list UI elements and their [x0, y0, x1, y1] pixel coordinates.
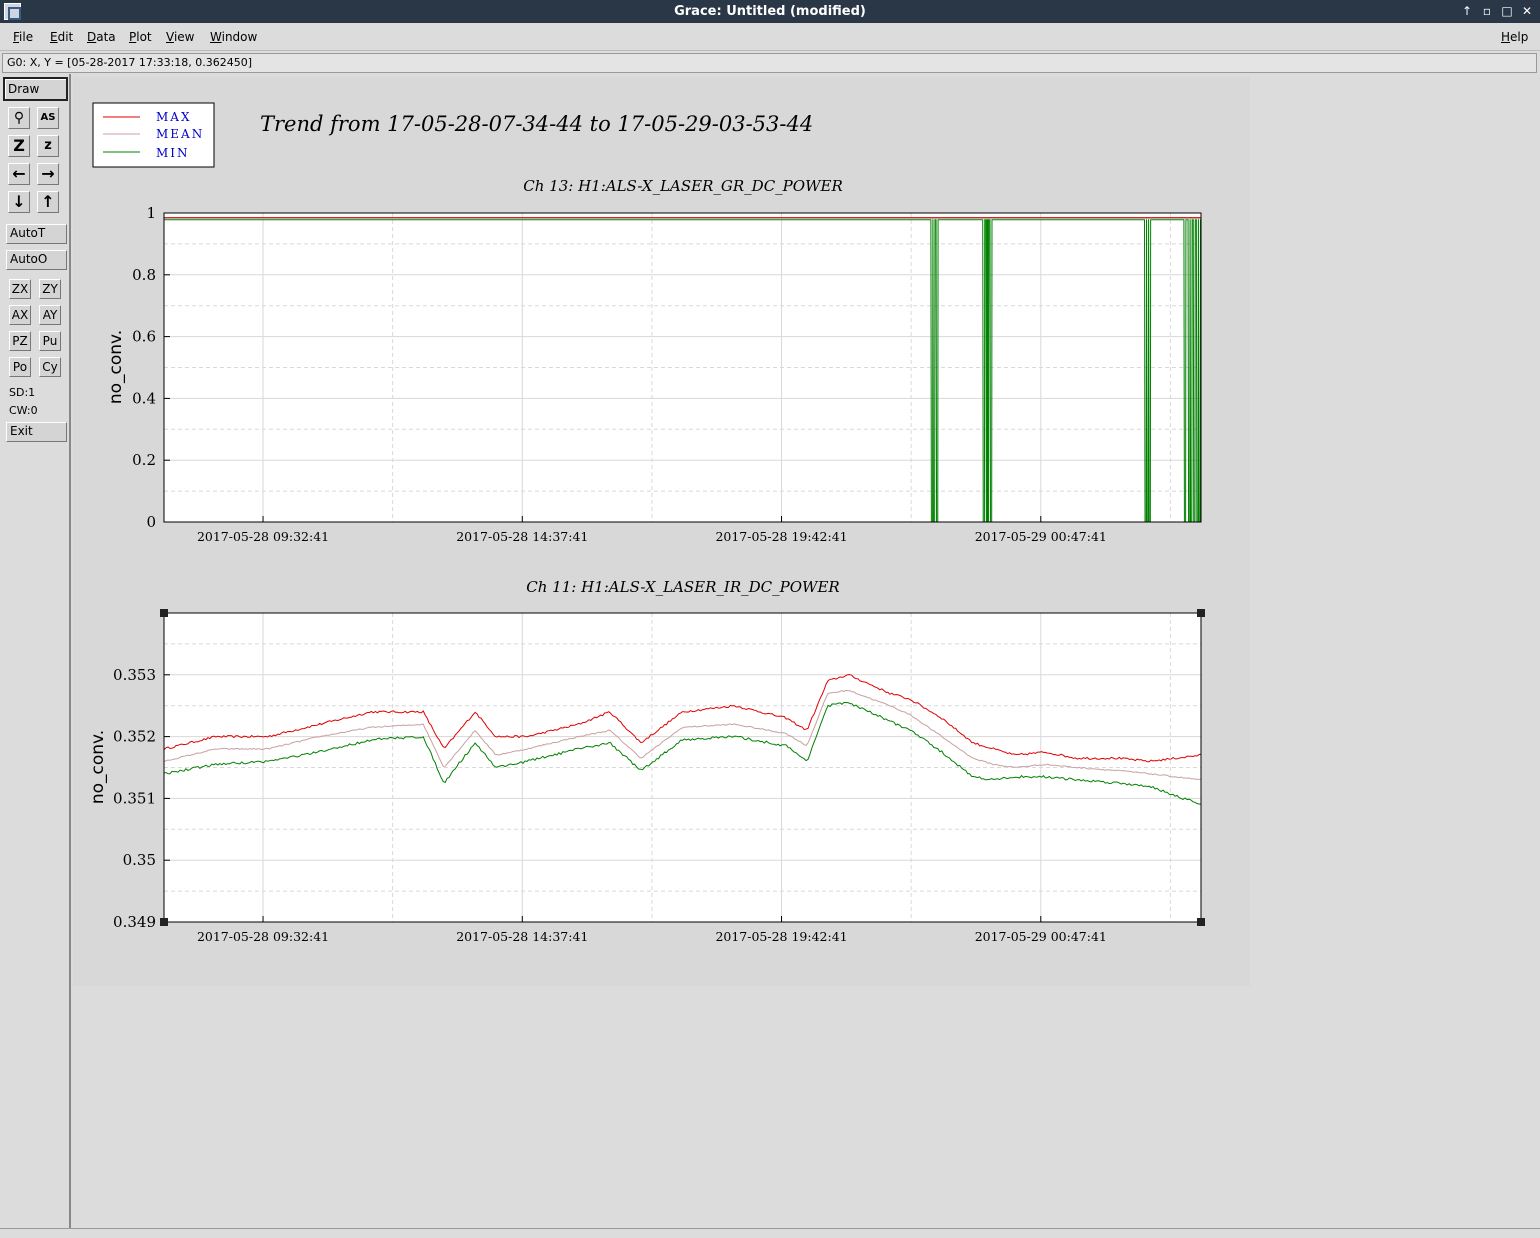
chart-1-xtick-label: 2017-05-28 19:42:41	[715, 529, 847, 544]
chart-2-selection-handle	[1197, 609, 1205, 617]
chart-1-ytick-label: 0.4	[132, 389, 156, 407]
chart-1-title: Ch 13: H1:ALS-X_LASER_GR_DC_POWER	[523, 177, 842, 195]
legend-label-mean: MEAN	[156, 127, 204, 141]
plot-svg[interactable]: MAX MEAN MIN Trend from 17-05-28-07-34-4…	[0, 0, 1540, 1238]
legend-label-max: MAX	[156, 110, 192, 124]
status-bar	[0, 1228, 1540, 1238]
chart-2-ytick-label: 0.352	[113, 728, 156, 746]
chart-2-selection-handle	[160, 918, 168, 926]
chart-2-ytick-label: 0.35	[123, 851, 156, 869]
chart-2-area: 0.349 0.35 0.351 0.352 0.353 2017-05-28 09:32…	[113, 609, 1205, 944]
chart-2-selection-handle	[160, 609, 168, 617]
chart-2-xtick-label: 2017-05-28 09:32:41	[197, 929, 329, 944]
chart-1-ytick-label: 0.2	[132, 451, 156, 469]
legend-label-min: MIN	[156, 146, 190, 160]
chart-1-xtick-label: 2017-05-28 09:32:41	[197, 529, 329, 544]
chart-1-ytick-label: 0.8	[132, 266, 156, 284]
chart-2-title: Ch 11: H1:ALS-X_LASER_IR_DC_POWER	[526, 578, 839, 596]
chart-2-ytick-label: 0.353	[113, 666, 156, 684]
chart-1-xtick-label: 2017-05-28 14:37:41	[456, 529, 588, 544]
chart-2-ytick-label: 0.349	[113, 913, 156, 931]
chart-1-ytick-label: 1	[146, 204, 156, 222]
chart-1-ylabel: no_conv.	[106, 330, 126, 404]
chart-1-area: 0 0.2 0.4 0.6 0.8 1 2017-05-28 09:32:41 2017-05…	[132, 204, 1202, 544]
chart-2-ylabel: no_conv.	[88, 730, 108, 804]
chart-2-xtick-label: 2017-05-28 14:37:41	[456, 929, 588, 944]
chart-2-xtick-label: 2017-05-28 19:42:41	[715, 929, 847, 944]
chart-1-ytick-label: 0	[146, 513, 156, 531]
page-title: Trend from 17-05-28-07-34-44 to 17-05-29…	[260, 112, 813, 136]
chart-2-ytick-label: 0.351	[113, 789, 156, 807]
chart-2-xtick-label: 2017-05-29 00:47:41	[975, 929, 1107, 944]
chart-1-ytick-label: 0.6	[132, 328, 156, 346]
chart-2-selection-handle	[1197, 918, 1205, 926]
chart-1-xtick-label: 2017-05-29 00:47:41	[975, 529, 1107, 544]
